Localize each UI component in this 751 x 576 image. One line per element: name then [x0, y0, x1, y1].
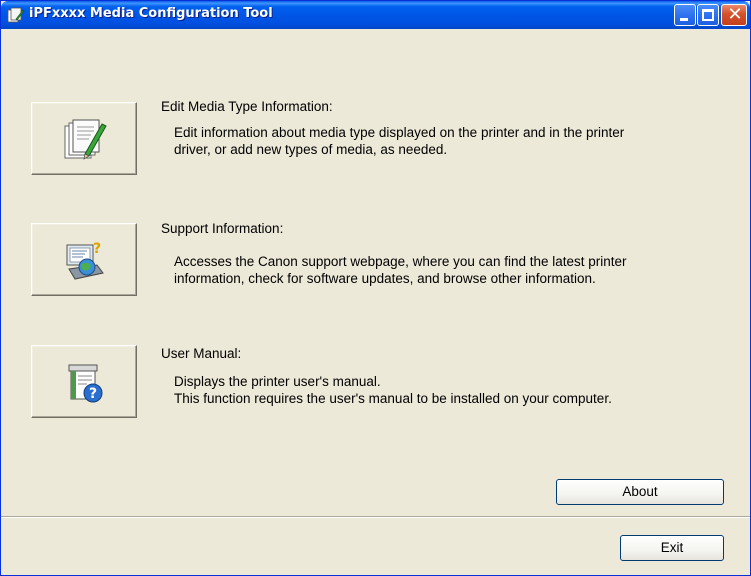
section-heading-support: Support Information:: [161, 221, 284, 236]
section-heading-user-manual: User Manual:: [161, 346, 242, 361]
description-line: Displays the printer user's manual.: [174, 374, 381, 389]
maximize-button[interactable]: [697, 4, 719, 26]
description-line: driver, or add new types of media, as ne…: [174, 142, 448, 157]
app-icon: [7, 7, 25, 23]
window-title: iPFxxxx Media Configuration Tool: [29, 6, 273, 21]
edit-media-type-button[interactable]: [31, 102, 137, 175]
support-information-button[interactable]: ?: [31, 223, 137, 296]
about-button[interactable]: About: [556, 479, 724, 505]
user-manual-help-icon: ?: [68, 364, 103, 403]
description-line: Edit information about media type displa…: [174, 125, 625, 140]
close-icon: ✕: [727, 4, 743, 25]
support-globe-icon: ?: [66, 241, 104, 280]
app-window: iPFxxxx Media Configuration Tool ✕ Edit …: [0, 0, 751, 576]
exit-button[interactable]: Exit: [620, 535, 724, 561]
title-bar[interactable]: iPFxxxx Media Configuration Tool ✕: [1, 1, 750, 29]
section-description-user-manual: Displays the printer user's manual. This…: [174, 373, 612, 407]
close-button[interactable]: ✕: [721, 4, 747, 26]
edit-document-icon: [64, 119, 107, 160]
separator-line: [1, 516, 750, 518]
user-manual-button[interactable]: ?: [31, 345, 137, 418]
section-description-support: Accesses the Canon support webpage, wher…: [174, 253, 627, 287]
description-line: Accesses the Canon support webpage, wher…: [174, 254, 627, 269]
minimize-button[interactable]: [674, 4, 696, 26]
description-line: information, check for software updates,…: [174, 271, 596, 286]
maximize-icon: [702, 9, 714, 21]
svg-text:?: ?: [93, 241, 101, 257]
section-heading-edit-media: Edit Media Type Information:: [161, 99, 333, 114]
svg-text:?: ?: [89, 386, 97, 402]
section-description-edit-media: Edit information about media type displa…: [174, 124, 624, 158]
minimize-icon: [680, 18, 688, 21]
description-line: This function requires the user's manual…: [174, 391, 612, 406]
